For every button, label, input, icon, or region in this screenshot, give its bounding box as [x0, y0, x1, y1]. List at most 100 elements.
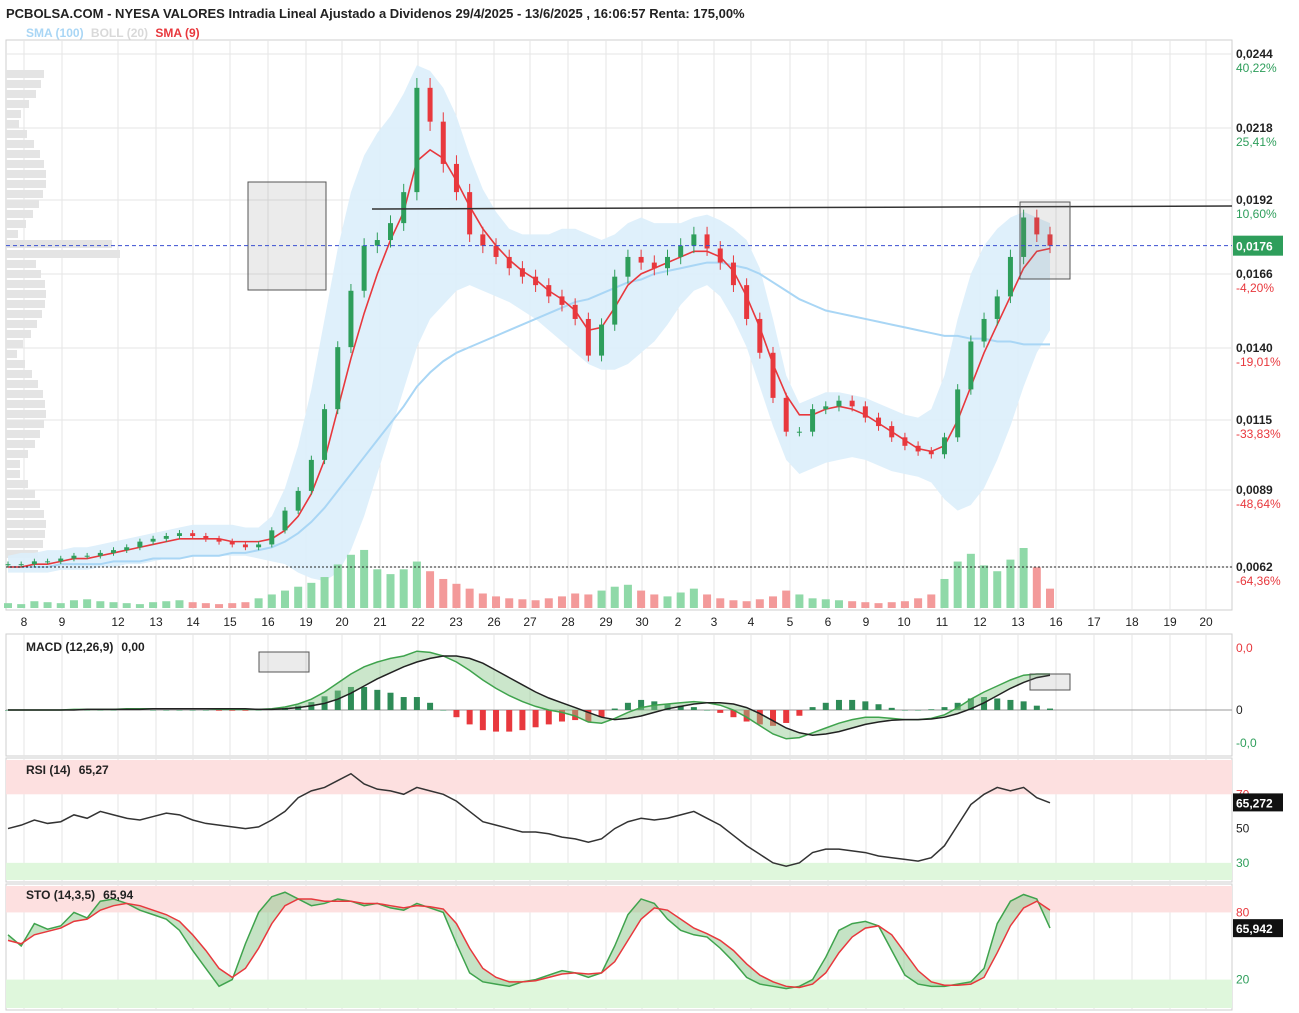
- macd-panel-label: MACD (12,26,9) 0,00: [26, 640, 145, 654]
- volume-profile-bar: [6, 310, 42, 318]
- candle-body: [242, 544, 248, 548]
- volume-profile-bar: [6, 200, 39, 208]
- chart-canvas: 8 9 12 13 14 15 16 19 20 21 22 23 26 27 28 29 30 2 3 4 5 6 9 10…: [4, 39, 1283, 1011]
- volume-bar: [215, 604, 224, 608]
- x-tick-label: 30: [635, 615, 649, 629]
- volume-bar: [241, 602, 250, 608]
- candle-body: [163, 535, 169, 539]
- volume-profile-bar: [6, 350, 17, 358]
- volume-profile-bar: [6, 400, 45, 408]
- macd-histogram-bar: [506, 710, 513, 732]
- x-tick-label: 6: [825, 615, 832, 629]
- volume-bar: [30, 601, 39, 608]
- volume-bar: [887, 602, 896, 608]
- macd-histogram-bar: [1047, 708, 1053, 710]
- pct-tick-label: 10,60%: [1236, 207, 1277, 221]
- macd-histogram-bar: [400, 697, 407, 710]
- candle-body: [71, 555, 77, 559]
- volume-profile-bar: [6, 370, 32, 378]
- macd-histogram-bar: [835, 699, 842, 710]
- rsi-current-label: 65,272: [1236, 796, 1273, 810]
- volume-bar: [689, 588, 698, 608]
- volume-bar: [782, 590, 791, 608]
- volume-bar: [412, 561, 421, 608]
- volume-bar: [848, 601, 857, 608]
- rsi-label: RSI (14): [26, 763, 71, 777]
- volume-bar: [993, 571, 1002, 608]
- chart-title: PCBOLSA.COM - NYESA VALORES Intradia Lin…: [6, 6, 745, 21]
- macd-histogram-bar: [849, 699, 856, 710]
- volume-profile-bar: [6, 380, 38, 388]
- volume-bar: [346, 554, 355, 608]
- candle-body: [730, 262, 736, 286]
- macd-histogram-bar: [1020, 701, 1027, 710]
- sto-panel-label: STO (14,3,5) 65,94: [26, 888, 133, 902]
- volume-bar: [874, 603, 883, 608]
- rsi-value: 65,27: [78, 763, 109, 777]
- volume-profile-bar: [6, 270, 41, 278]
- macd-histogram-bar: [717, 710, 724, 713]
- volume-bar: [1019, 548, 1028, 608]
- pct-tick-label: -48,64%: [1236, 497, 1281, 511]
- candle-body: [968, 341, 974, 390]
- legend-sma9: SMA (9): [155, 26, 200, 40]
- candle-body: [176, 533, 182, 536]
- macd-histogram-bar: [374, 689, 381, 710]
- candle-body: [348, 290, 354, 348]
- volume-bar: [399, 569, 408, 608]
- volume-bar: [755, 599, 764, 608]
- volume-bar: [267, 594, 276, 608]
- candle-body: [190, 533, 196, 536]
- volume-profile-bar: [6, 390, 43, 398]
- volume-profile-bar: [6, 120, 19, 128]
- volume-bar: [452, 583, 461, 608]
- volume-bar: [557, 596, 566, 608]
- pct-tick-label: -4,20%: [1236, 281, 1274, 295]
- current-price-label: 0,0176: [1236, 240, 1273, 254]
- x-tick-label: 22: [411, 615, 425, 629]
- macd-histogram-bar: [875, 704, 882, 710]
- candle-body: [467, 192, 473, 235]
- volume-profile-bar: [6, 290, 46, 298]
- candle-body: [5, 564, 11, 566]
- candle-body: [717, 248, 723, 263]
- volume-bar: [1032, 567, 1041, 608]
- price-tick-label: 0,0062: [1236, 560, 1273, 574]
- volume-bar: [927, 594, 936, 608]
- candle-body: [796, 431, 802, 433]
- volume-profile-bar: [6, 70, 44, 78]
- volume-profile-bar: [6, 250, 120, 258]
- macd-histogram-bar: [994, 698, 1001, 710]
- highlight-box: [1019, 201, 1071, 280]
- price-tick-label: 0,0192: [1236, 193, 1273, 207]
- volume-profile-bar: [6, 80, 41, 88]
- macd-histogram-bar: [941, 707, 948, 710]
- volume-bar: [280, 590, 289, 608]
- legend-sma100: SMA (100): [26, 26, 84, 40]
- sto-label: STO (14,3,5): [26, 888, 96, 902]
- volume-profile-bar: [6, 180, 46, 188]
- volume-profile-bar: [6, 480, 28, 488]
- volume-bar: [637, 590, 646, 608]
- x-tick-label: 26: [487, 615, 501, 629]
- volume-bar: [360, 549, 369, 608]
- candle-body: [533, 276, 539, 286]
- volume-bar: [254, 598, 263, 608]
- volume-bar: [597, 590, 606, 608]
- candle-body: [295, 490, 301, 511]
- candle-body: [45, 561, 51, 563]
- candle-body: [744, 285, 750, 319]
- volume-bar: [426, 571, 435, 608]
- highlight-box: [247, 181, 327, 291]
- volume-bar: [703, 594, 712, 608]
- highlight-box: [258, 651, 310, 673]
- macd-histogram-bar: [493, 710, 500, 732]
- volume-profile-bar: [6, 340, 23, 348]
- volume-profile-bar: [6, 330, 31, 338]
- macd-histogram-bar: [453, 710, 460, 718]
- volume-bar: [109, 602, 118, 608]
- macd-histogram-bar: [1007, 699, 1014, 710]
- volume-profile-bar: [6, 130, 27, 138]
- macd-histogram-bar: [888, 707, 895, 710]
- macd-histogram-bar: [611, 708, 618, 710]
